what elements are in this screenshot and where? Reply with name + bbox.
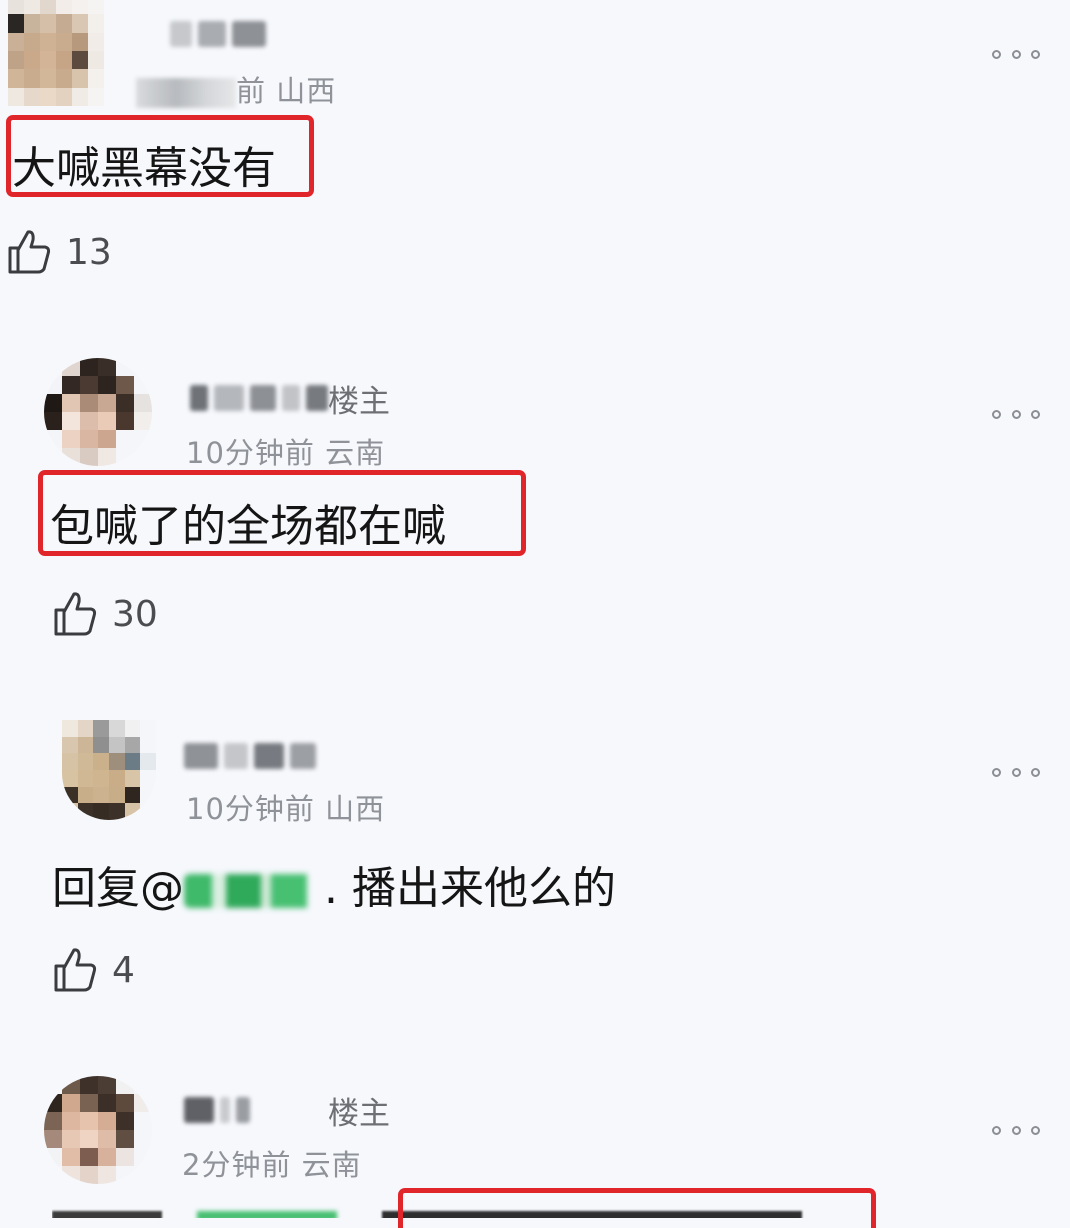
avatar[interactable] [44, 358, 152, 466]
more-options-icon[interactable] [992, 408, 1040, 420]
like-button[interactable]: 30 [52, 590, 158, 638]
like-count: 13 [66, 231, 112, 273]
mention-username-blurred[interactable] [184, 874, 324, 908]
username-blurred[interactable] [170, 14, 266, 54]
reply-text: . 播出来他么的 [324, 863, 616, 914]
comment-4: 楼主 2分钟前 云南 [0, 1060, 1070, 1228]
thumbs-up-icon [54, 592, 97, 636]
comment-text: 大喊黑幕没有 [12, 143, 276, 194]
comment-text: 回复@ . 播出来他么的 [52, 852, 616, 916]
comment-text: 包喊了的全场都在喊 [50, 501, 446, 552]
thumbs-up-icon [8, 230, 51, 274]
more-options-icon[interactable] [992, 766, 1040, 778]
like-button[interactable]: 13 [6, 228, 112, 276]
comment-meta: 前 山西 [136, 68, 336, 110]
comment-3: 10分钟前 山西 回复@ . 播出来他么的 4 [0, 700, 1070, 1040]
reply-prefix: 回复@ [52, 863, 184, 914]
avatar[interactable] [62, 720, 156, 820]
like-count: 30 [112, 593, 158, 635]
op-badge: 楼主 [328, 384, 390, 420]
more-options-icon[interactable] [992, 48, 1040, 60]
more-options-icon[interactable] [992, 1124, 1040, 1136]
thumbs-up-icon [54, 948, 97, 992]
username-blurred[interactable] [184, 736, 316, 776]
op-badge: 楼主 [328, 1096, 390, 1132]
comment-meta: 10分钟前 云南 [186, 436, 386, 470]
comment-1: 前 山西 大喊黑幕没有 13 [0, 0, 1070, 320]
like-button[interactable]: 4 [52, 946, 135, 994]
username-blurred[interactable] [184, 1090, 250, 1130]
avatar[interactable] [44, 1076, 152, 1184]
comment-2: 楼主 10分钟前 云南 包喊了的全场都在喊 30 [0, 340, 1070, 680]
like-count: 4 [112, 949, 135, 991]
username-blurred[interactable] [190, 378, 328, 418]
avatar[interactable] [8, 0, 104, 106]
highlight-box [398, 1188, 876, 1228]
comment-meta: 10分钟前 山西 [186, 792, 386, 826]
comment-meta: 2分钟前 云南 [182, 1148, 362, 1182]
